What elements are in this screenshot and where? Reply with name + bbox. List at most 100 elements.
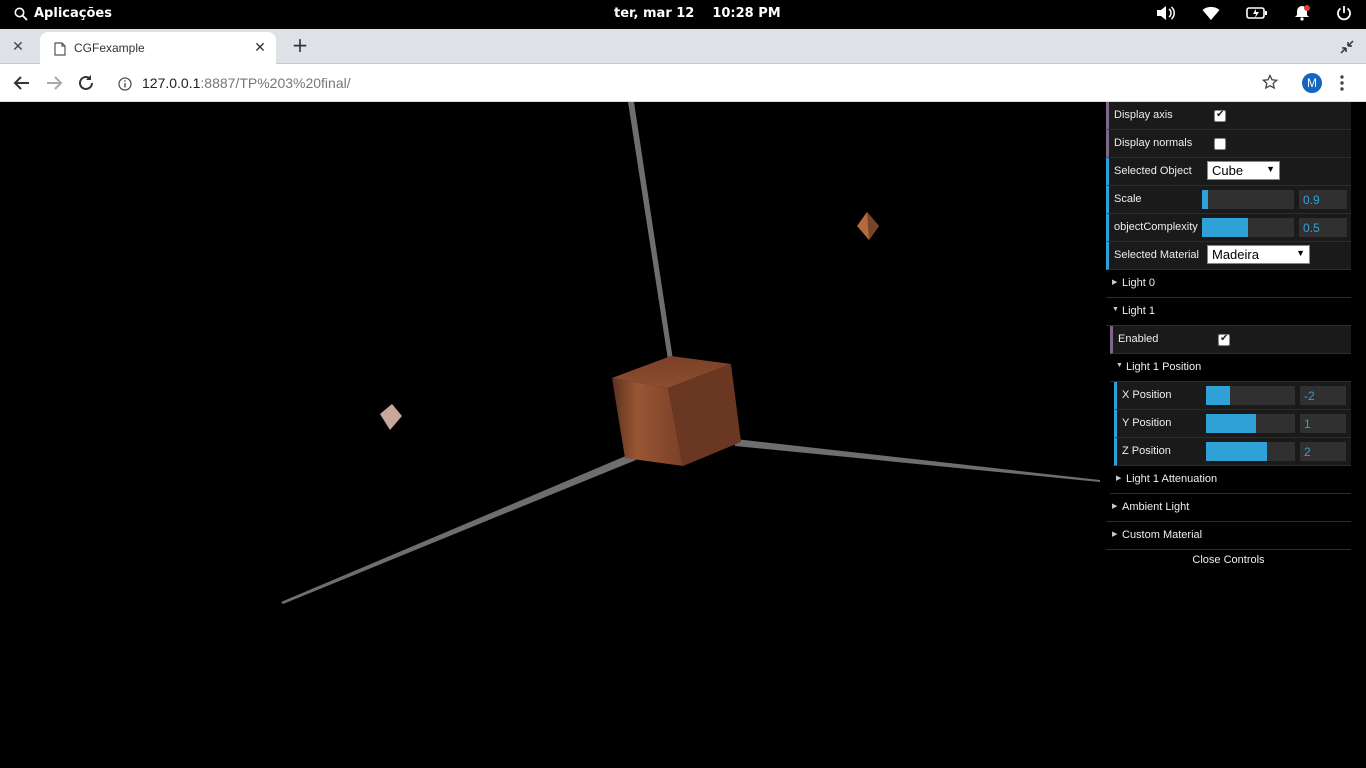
display-axis-label: Display axis [1114,109,1173,121]
x-position-slider[interactable] [1206,386,1295,405]
folder-ambient-light-label: Ambient Light [1122,501,1190,513]
selected-material-label: Selected Material [1114,249,1199,261]
collapsed-triangle-icon: ▶ [1116,475,1122,482]
folder-light-1-attenuation-label: Light 1 Attenuation [1126,473,1218,485]
notification-icon[interactable] [1294,5,1310,21]
scale-label: Scale [1114,193,1142,205]
volume-icon[interactable] [1156,5,1176,21]
folder-custom-material[interactable]: ▶ Custom Material [1106,522,1351,550]
url-host: 127.0.0.1 [142,75,201,91]
y-position-label: Y Position [1122,417,1172,429]
close-window-icon[interactable]: ✕ [10,39,26,55]
axis-y [628,102,673,360]
z-position-slider-fill [1206,442,1268,461]
system-top-bar: Aplicações ter, mar 12 10:28 PM [0,0,1366,29]
y-position-row: Y Position 1 [1114,410,1351,438]
restore-window-icon[interactable] [1340,39,1354,58]
menu-kebab-icon[interactable] [1340,75,1344,95]
tab-title: CGFexample [74,41,145,55]
folder-light-0-label: Light 0 [1122,277,1156,289]
browser-toolbar: 127.0.0.1:8887/TP%203%20final/ M [0,64,1366,102]
back-arrow-icon[interactable] [12,73,32,93]
scale-input[interactable]: 0.9 [1299,190,1347,209]
y-position-slider[interactable] [1206,414,1295,433]
folder-light-1-position[interactable]: ▼ Light 1 Position [1110,354,1351,382]
tab-strip: ✕ CGFexample ✕ + [0,29,1366,64]
folder-light-0[interactable]: ▶ Light 0 [1106,270,1351,298]
tab-cgfexample[interactable]: CGFexample ✕ [40,32,276,64]
collapsed-triangle-icon: ▶ [1112,503,1118,510]
axis-z [281,455,636,604]
document-icon [54,41,66,60]
activities-label: Aplicações [34,6,112,21]
close-controls-button[interactable]: Close Controls [1106,550,1351,570]
enabled-label: Enabled [1118,333,1159,345]
light-marker-1 [857,212,879,240]
new-tab-button[interactable]: + [290,35,310,55]
object-complexity-slider-fill [1202,218,1248,237]
y-position-input[interactable]: 1 [1300,414,1346,433]
wifi-icon[interactable] [1202,5,1220,21]
z-position-input[interactable]: 2 [1300,442,1346,461]
dropdown-arrow-icon: ▼ [1266,164,1275,174]
tab-close-icon[interactable]: ✕ [252,40,268,56]
z-position-row: Z Position 2 [1114,438,1351,466]
object-complexity-slider[interactable] [1202,218,1294,237]
display-axis-row[interactable]: Display axis [1106,102,1351,130]
activities-button[interactable]: Aplicações [14,6,112,21]
clock-date: ter, mar 12 [614,6,695,21]
reload-icon[interactable] [76,73,96,93]
selected-object-row: Selected Object Cube ▼ [1106,158,1351,186]
x-position-input[interactable]: -2 [1300,386,1346,405]
cube-object [612,356,741,466]
dropdown-arrow-icon: ▼ [1296,248,1305,258]
z-position-slider[interactable] [1206,442,1295,461]
y-position-slider-fill [1206,414,1256,433]
search-icon [14,7,28,21]
x-position-label: X Position [1122,389,1172,401]
folder-light-1-position-label: Light 1 Position [1126,361,1202,373]
selected-material-value: Madeira [1212,247,1259,262]
folder-light-1-attenuation[interactable]: ▶ Light 1 Attenuation [1110,466,1351,494]
system-tray[interactable] [1156,5,1352,21]
x-position-row: X Position -2 [1114,382,1351,410]
display-axis-checkbox[interactable] [1214,109,1226,122]
selected-object-label: Selected Object [1114,165,1192,177]
collapsed-triangle-icon: ▶ [1112,531,1118,538]
site-info-icon[interactable] [118,76,132,95]
folder-light-1-label: Light 1 [1122,305,1156,317]
folder-custom-material-label: Custom Material [1122,529,1203,541]
enabled-checkbox[interactable] [1218,333,1230,346]
x-position-slider-fill [1206,386,1231,405]
scale-slider[interactable] [1202,190,1294,209]
object-complexity-input[interactable]: 0.5 [1299,218,1347,237]
bookmark-star-icon[interactable] [1261,73,1279,94]
clock[interactable]: ter, mar 12 10:28 PM [614,6,781,21]
z-position-label: Z Position [1122,445,1171,457]
selected-material-row: Selected Material Madeira ▼ [1106,242,1351,270]
expanded-triangle-icon: ▼ [1116,362,1123,369]
light-1-enabled-row[interactable]: Enabled [1110,326,1351,354]
display-normals-label: Display normals [1114,137,1193,149]
power-icon[interactable] [1336,5,1352,21]
object-complexity-label: objectComplexity [1114,221,1198,233]
axis-x [735,439,1100,482]
controls-panel: Display axis Display normals Selected Ob… [1106,102,1351,570]
light-marker-0 [380,404,402,430]
selected-material-select[interactable]: Madeira ▼ [1207,245,1310,264]
selected-object-value: Cube [1212,163,1244,178]
folder-light-1[interactable]: ▼ Light 1 [1106,298,1351,326]
collapsed-triangle-icon: ▶ [1112,279,1118,286]
folder-ambient-light[interactable]: ▶ Ambient Light [1106,494,1351,522]
scale-slider-fill [1202,190,1208,209]
battery-icon[interactable] [1246,6,1268,20]
profile-avatar[interactable]: M [1302,73,1322,93]
url-text: 127.0.0.1:8887/TP%203%20final/ [142,75,351,91]
address-bar[interactable]: 127.0.0.1:8887/TP%203%20final/ [108,68,1288,98]
clock-time: 10:28 PM [712,6,781,21]
display-normals-row[interactable]: Display normals [1106,130,1351,158]
forward-arrow-icon[interactable] [44,73,64,93]
url-path: :8887/TP%203%20final/ [200,75,351,91]
display-normals-checkbox[interactable] [1214,138,1226,150]
selected-object-select[interactable]: Cube ▼ [1207,161,1280,180]
